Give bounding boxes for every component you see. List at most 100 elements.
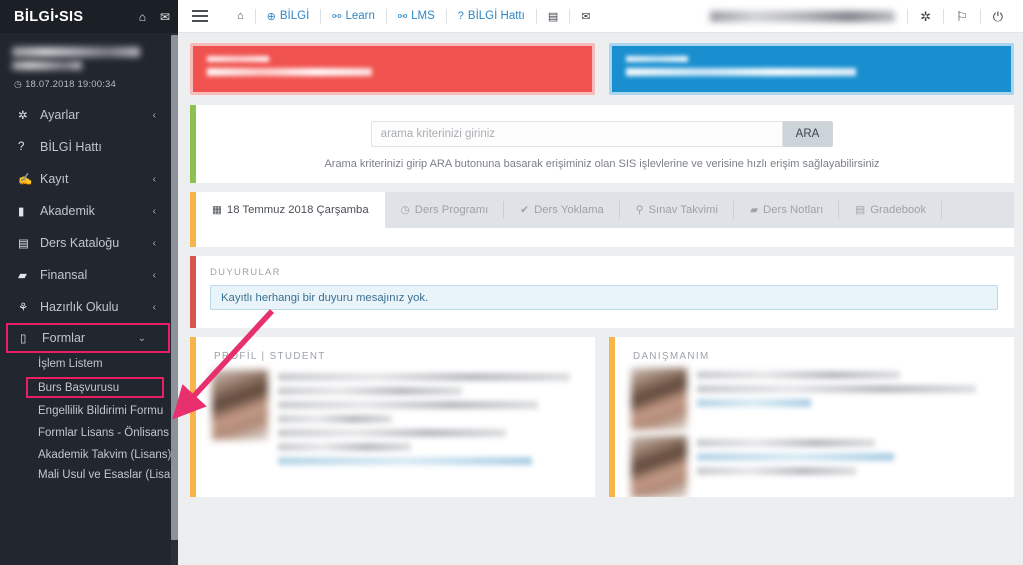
sidebar-subitem-akademik-takvim-lisans[interactable]: Akademik Takvim (Lisans) [0,444,178,466]
gear-icon: ✲ [18,110,28,122]
profile-panel-title: PROFİL | STUDENT [214,351,326,362]
tab-gradebook[interactable]: ▤ Gradebook [839,192,943,228]
profile-line [278,387,462,395]
link-icon: ⚯ [397,10,408,23]
advisor-line [697,385,976,393]
sidebar-item-kayit[interactable]: ✍ Kayıt ‹ [0,163,178,195]
sidebar-subitem-label: Formlar Lisans - Önlisans [38,427,170,439]
power-icon[interactable]: ⏻ [983,10,1013,23]
sidebar-subitem-label: Akademik Takvim (Lisans) [38,449,172,461]
tab-sinav-takvimi[interactable]: ⚲ Sınav Takvimi [620,192,734,228]
username-redacted [710,10,896,22]
sidebar-subitem-formlar-lisans-onlisans[interactable]: Formlar Lisans - Önlisans [0,422,178,444]
sidebar-subitem-mali-usul-ve-esaslar[interactable]: Mali Usul ve Esaslar (Lisans ve Önlisans… [0,466,178,484]
tab-ders-programi[interactable]: ◷ Ders Programı [385,192,505,228]
panel-accent-bar-orange [609,337,615,497]
user-id-redacted [12,61,82,70]
tab-label: Sınav Takvimi [648,204,718,216]
advisor-entry [609,362,1014,430]
profile-line [278,443,412,451]
schedule-tabs-panel: ▦ 18 Temmuz 2018 Çarşamba ◷ Ders Program… [190,192,1014,247]
sidebar-item-label: Kayıt [40,172,69,186]
topnav-bilgi[interactable]: ⊕ BİLGİ [256,0,321,33]
chevron-left-icon: ‹ [152,269,156,281]
sidebar-item-label: Formlar [42,331,86,345]
alert-banner-blue[interactable] [609,43,1014,95]
tab-date[interactable]: ▦ 18 Temmuz 2018 Çarşamba [196,192,385,228]
tab-label: Ders Yoklama [534,204,604,216]
chevron-left-icon: ‹ [152,301,156,313]
sidebar-brand-bar: BİLGİ•SIS ⌂ ✉ [0,0,178,33]
profile-line-link[interactable] [278,457,532,465]
question-circle-icon: ? [457,10,464,22]
topnav-home[interactable]: ⌂ [226,0,255,33]
sidebar-subitem-engellilik-bildirimi-formu[interactable]: Engellilik Bildirimi Formu [0,400,178,422]
alert-banner-red[interactable] [190,43,595,95]
divider [941,201,943,219]
profile-line [278,429,507,437]
pen-icon: ✍ [18,174,33,186]
advisor-entry [609,430,1014,497]
chevron-left-icon: ‹ [152,109,156,121]
sidebar-item-label: Akademik [40,204,95,218]
sidebar-nav-list: ✲ Ayarlar ‹ ? BİLGİ Hattı ✍ Kayıt ‹ ▮ Ak… [0,99,178,484]
graduation-cap-icon: ⚲ [635,204,644,216]
profile-panel: PROFİL | STUDENT [190,337,595,497]
flag-icon[interactable]: ⚐ [946,10,978,23]
panel-accent-bar-red [190,256,196,328]
divider [943,8,945,24]
sidebar-item-finansal[interactable]: ▰ Finansal ‹ [0,259,178,291]
topnav-shuttle[interactable]: ▤ [537,0,569,33]
sidebar-item-formlar[interactable]: ▯ Formlar ⌄ [6,323,170,353]
grades-icon: ▰ [749,204,759,216]
sidebar-subitem-label: Mali Usul ve Esaslar (Lisans ve Önlisans… [38,469,178,481]
clock-icon: ◷ [400,204,410,216]
logo-text-left: BİLGİ [14,8,55,25]
divider [979,8,981,24]
advisor-line-link[interactable] [697,399,812,407]
quick-search-panel: ARA Arama kriterinizi girip ARA butonuna… [190,105,1014,183]
gear-icon[interactable]: ✲ [910,10,941,23]
alert-title-redacted [626,56,688,62]
alert-body-redacted [626,68,856,76]
home-icon[interactable]: ⌂ [139,11,146,23]
avatar [631,368,687,430]
tab-ders-yoklama[interactable]: ✔ Ders Yoklama [504,192,620,228]
search-input[interactable] [370,121,783,147]
avatar [631,436,687,497]
sidebar-item-bilgi-hatti[interactable]: ? BİLGİ Hattı [0,131,178,163]
advisor-line-link[interactable] [697,453,894,461]
mail-icon[interactable]: ✉ [160,11,170,23]
announcements-empty-message: Kayıtlı herhangi bir duyuru mesajınız yo… [210,285,998,310]
tab-label: Ders Programı [414,204,489,216]
chevron-down-icon: ⌄ [137,332,146,344]
app-logo[interactable]: BİLGİ•SIS [14,9,84,25]
check-icon: ✔ [520,204,530,216]
sidebar-item-label: Finansal [40,268,88,282]
sidebar-subitem-label: Burs Başvurusu [38,381,120,394]
sidebar-item-label: Ders Kataloğu [40,236,120,250]
profile-line [278,373,570,381]
sidebar-subitem-burs-basvurusu[interactable]: Burs Başvurusu [26,377,164,398]
topnav-lms[interactable]: ⚯ LMS [387,0,446,33]
hamburger-menu-icon[interactable] [192,7,208,25]
advisor-details-redacted [697,368,1014,430]
graduation-icon: ⚘ [18,302,29,314]
sidebar-subitem-islem-listem[interactable]: İşlem Listem [0,353,178,375]
user-name-redacted [12,47,140,57]
topnav-learn[interactable]: ⚯ Learn [321,0,386,33]
topnav-bilgi-hatti[interactable]: ? BİLGİ Hattı [447,0,536,33]
sidebar-item-ayarlar[interactable]: ✲ Ayarlar ‹ [0,99,178,131]
topnav-label: Learn [345,10,375,22]
link-icon: ⚯ [332,10,342,23]
tab-ders-notlari[interactable]: ▰ Ders Notları [734,192,840,228]
sidebar-item-akademik[interactable]: ▮ Akademik ‹ [0,195,178,227]
topnav-label: LMS [411,10,435,22]
advisor-panel-title: DANIŞMANIM [633,351,710,362]
search-button[interactable]: ARA [782,121,834,147]
sidebar-item-hazirlik-okulu[interactable]: ⚘ Hazırlık Okulu ‹ [0,291,178,323]
sidebar-item-ders-katalogu[interactable]: ▤ Ders Kataloğu ‹ [0,227,178,259]
alert-title-redacted [207,56,269,62]
advisor-line [697,467,856,475]
topnav-mail[interactable]: ✉ [570,0,601,33]
